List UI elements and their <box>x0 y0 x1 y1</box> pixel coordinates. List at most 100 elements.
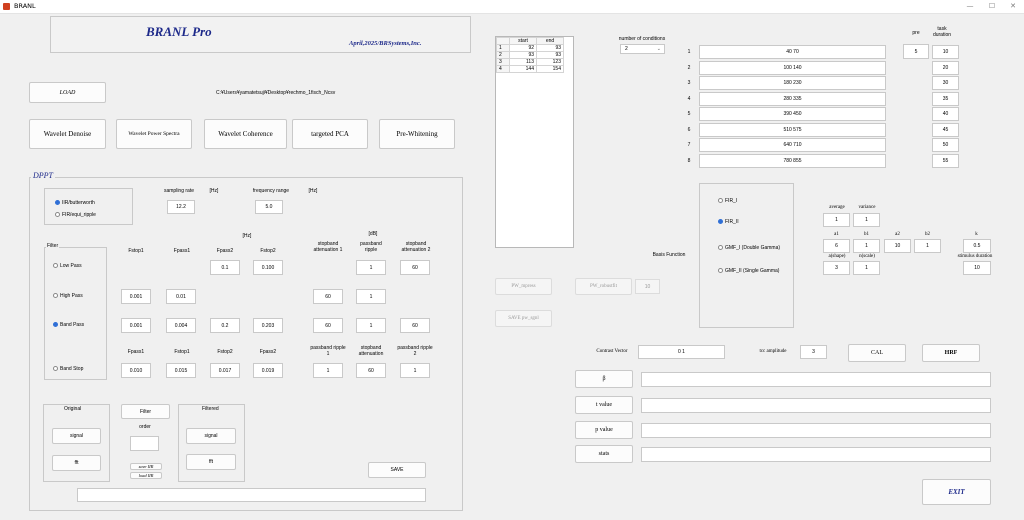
band-stop-radio[interactable]: Band Stop <box>53 366 83 372</box>
condition-onsets-input[interactable]: 100 140 <box>699 60 886 75</box>
table-cell[interactable]: 93 <box>509 51 537 59</box>
task-duration-input[interactable]: 10 <box>932 45 959 59</box>
wavelet-power-spectra-button[interactable]: Wavelet Power Spectra <box>116 119 192 149</box>
order-input[interactable] <box>130 436 159 451</box>
iir-radio[interactable]: IIR/butterworth <box>55 200 95 206</box>
bandstop-stopband-attenuation-input[interactable]: 60 <box>356 363 386 378</box>
lowpass-fstop2-input[interactable]: 0.100 <box>253 260 283 275</box>
table-cell[interactable]: 92 <box>509 44 537 52</box>
condition-onsets-input[interactable]: 390 450 <box>699 107 886 121</box>
low-pass-radio[interactable]: Low Pass <box>53 263 82 269</box>
save-pw-signal-button[interactable]: SAVE pw_sgnl <box>495 310 552 327</box>
load-iir-button[interactable]: load IIR <box>130 472 162 479</box>
filtered-signal-button[interactable]: signal <box>186 428 236 444</box>
intervals-table[interactable]: start end 1 92 93 2 93 93 3 113 123 4 144 154 <box>495 36 574 248</box>
save-iir-button[interactable]: save IIR <box>130 463 162 470</box>
bandstop-fstop2-input[interactable]: 0.017 <box>210 363 240 378</box>
bandstop-passband-ripple-1-input[interactable]: 1 <box>313 363 343 378</box>
n-scale-input[interactable]: 1 <box>853 261 880 275</box>
table-row[interactable]: 1 92 93 <box>496 44 564 52</box>
lowpass-passband-ripple-input[interactable]: 1 <box>356 260 386 275</box>
highpass-fstop1-input[interactable]: 0.001 <box>121 289 151 304</box>
filter-button[interactable]: Filter <box>121 404 170 419</box>
high-pass-radio[interactable]: High Pass <box>53 293 83 299</box>
task-duration-input[interactable]: 35 <box>932 91 959 106</box>
basis-fir2-radio[interactable]: FIR_II <box>718 219 739 225</box>
bandpass-fstop1-input[interactable]: 0.001 <box>121 318 151 333</box>
hrf-button[interactable]: HRF <box>922 344 980 362</box>
sampling-rate-input[interactable]: 12.2 <box>167 200 195 214</box>
stimulus-duration-input[interactable]: 10 <box>963 261 991 275</box>
pre-input[interactable]: 5 <box>903 44 929 59</box>
task-duration-input[interactable]: 55 <box>932 153 959 168</box>
lowpass-fpass2-input[interactable]: 0.1 <box>210 260 240 275</box>
table-cell[interactable]: 144 <box>509 65 537 73</box>
frequency-range-input[interactable]: 5.0 <box>255 200 283 214</box>
a2-input[interactable]: 10 <box>884 239 911 253</box>
a-shape-input[interactable]: 3 <box>823 261 850 275</box>
fir-radio[interactable]: FIR/equi_ripple <box>55 212 96 218</box>
task-duration-input[interactable]: 40 <box>932 107 959 121</box>
basis-fir1-radio[interactable]: FIR_I <box>718 198 737 204</box>
pw-robustfit-input[interactable]: 10 <box>635 279 660 294</box>
filtered-fft-button[interactable]: fft <box>186 454 236 470</box>
pw-mpress-button[interactable]: PW_mpress <box>495 278 552 295</box>
original-fft-button[interactable]: fft <box>52 455 101 471</box>
condition-onsets-input[interactable]: 640 710 <box>699 138 886 152</box>
task-duration-input[interactable]: 30 <box>932 76 959 90</box>
table-cell[interactable]: 93 <box>536 44 564 52</box>
bandpass-passband-ripple-input[interactable]: 1 <box>356 318 386 333</box>
bandstop-fstop1-input[interactable]: 0.015 <box>166 363 196 378</box>
condition-onsets-input[interactable]: 180 230 <box>699 76 886 90</box>
k-input[interactable]: 0.5 <box>963 239 991 253</box>
stats-button[interactable]: stats <box>575 445 633 463</box>
original-signal-button[interactable]: signal <box>52 428 101 444</box>
highpass-fpass1-input[interactable]: 0.01 <box>166 289 196 304</box>
condition-onsets-input[interactable]: 780 855 <box>699 153 886 168</box>
bandpass-fstop2-input[interactable]: 0.203 <box>253 318 283 333</box>
lowpass-stopband-attenuation-input[interactable]: 60 <box>400 260 430 275</box>
basis-gmf1-radio[interactable]: GMF_I (Double Gamma) <box>718 245 780 251</box>
wavelet-denoise-button[interactable]: Wavelet Denoise <box>29 119 106 149</box>
task-duration-input[interactable]: 20 <box>932 60 959 75</box>
band-pass-radio[interactable]: Band Pass <box>53 322 84 328</box>
wavelet-coherence-button[interactable]: Wavelet Coherence <box>204 119 287 149</box>
table-row[interactable]: 2 93 93 <box>496 51 564 59</box>
beta-button[interactable]: β <box>575 370 633 388</box>
highpass-passband-ripple-input[interactable]: 1 <box>356 289 386 304</box>
variance-input[interactable]: 1 <box>853 213 880 227</box>
bandpass-fpass1-input[interactable]: 0.004 <box>166 318 196 333</box>
average-input[interactable]: 1 <box>823 213 850 227</box>
dppt-save-button[interactable]: SAVE <box>368 462 426 478</box>
bandpass-stopband-attenuation-1-input[interactable]: 60 <box>313 318 343 333</box>
tcc-amplitude-input[interactable]: 3 <box>800 345 827 359</box>
b1-input[interactable]: 1 <box>853 239 880 253</box>
minimize-button[interactable]: — <box>960 1 980 12</box>
condition-onsets-input[interactable]: 510 575 <box>699 122 886 137</box>
t-value-button[interactable]: t value <box>575 396 633 414</box>
table-row[interactable]: 4 144 154 <box>496 65 564 73</box>
bandpass-fpass2-input[interactable]: 0.2 <box>210 318 240 333</box>
bandstop-passband-ripple-2-input[interactable]: 1 <box>400 363 430 378</box>
contrast-vector-input[interactable]: 0 1 <box>638 345 725 359</box>
table-cell[interactable]: 93 <box>536 51 564 59</box>
targeted-pca-button[interactable]: targeted PCA <box>292 119 368 149</box>
close-button[interactable]: ✕ <box>1003 1 1023 12</box>
table-cell[interactable]: 154 <box>536 65 564 73</box>
load-button[interactable]: LOAD <box>29 82 106 103</box>
exit-button[interactable]: EXIT <box>922 479 991 505</box>
task-duration-input[interactable]: 45 <box>932 122 959 137</box>
table-cell[interactable]: 123 <box>536 58 564 66</box>
a1-input[interactable]: 6 <box>823 239 850 253</box>
pw-robustfit-button[interactable]: PW_robustfit <box>575 278 632 295</box>
maximize-button[interactable]: ☐ <box>982 1 1002 12</box>
task-duration-input[interactable]: 50 <box>932 138 959 152</box>
basis-gmf2-radio[interactable]: GMF_II (Single Gamma) <box>718 268 779 274</box>
pre-whitening-button[interactable]: Pre-Whitening <box>379 119 455 149</box>
bandpass-stopband-attenuation-2-input[interactable]: 60 <box>400 318 430 333</box>
b2-input[interactable]: 1 <box>914 239 941 253</box>
condition-onsets-input[interactable]: 280 335 <box>699 91 886 106</box>
table-cell[interactable]: 113 <box>509 58 537 66</box>
p-value-button[interactable]: p value <box>575 421 633 439</box>
table-row[interactable]: 3 113 123 <box>496 58 564 66</box>
